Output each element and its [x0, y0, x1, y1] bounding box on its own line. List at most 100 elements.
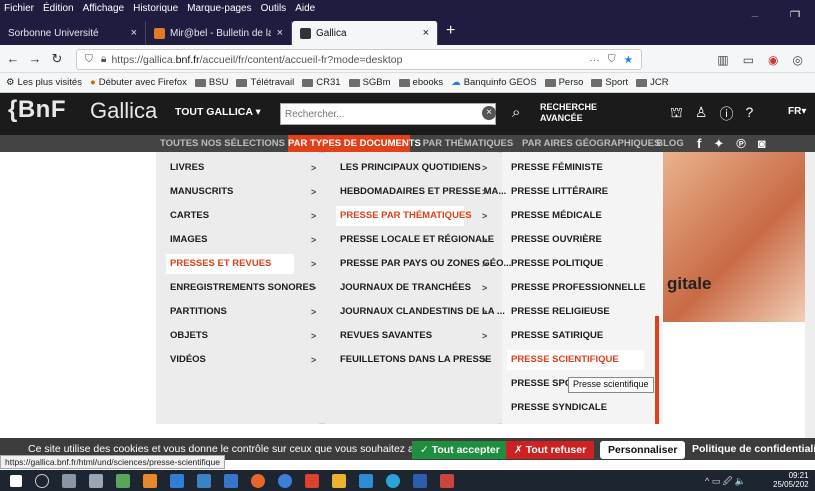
app-icon[interactable] — [305, 473, 319, 488]
refuse-all-button[interactable]: ✗ Tout refuser — [506, 441, 595, 459]
nav-par-aires[interactable]: PAR AIRES GÉOGRAPHIQUES — [522, 135, 660, 152]
help-icon[interactable]: ? — [745, 104, 753, 124]
bookmark-sgbm[interactable]: SGBm — [348, 77, 391, 88]
bookmark-most-visited[interactable]: ⚙ Les plus visités — [6, 77, 82, 88]
bookmark-sport[interactable]: Sport — [591, 77, 628, 88]
forward-arrow-icon[interactable]: → — [26, 51, 44, 66]
menu-thematique-item[interactable]: PRESSE SYNDICALE — [507, 398, 607, 418]
menu-type-item[interactable]: VIDÉOS — [166, 350, 206, 370]
task-view-icon[interactable] — [62, 473, 76, 488]
close-icon[interactable]: × — [131, 27, 137, 39]
nav-blog[interactable]: BLOG — [655, 135, 685, 152]
customize-button[interactable]: Personnaliser — [600, 441, 686, 459]
menu-type-item[interactable]: OBJETS — [166, 326, 208, 346]
menu-type-item[interactable]: LIVRES — [166, 158, 204, 178]
extension-icon[interactable]: ◉ — [768, 53, 778, 67]
search-input[interactable] — [285, 108, 465, 120]
menu-presse-item[interactable]: LES PRINCIPAUX QUOTIDIENS — [336, 158, 481, 178]
nav-par-thematiques[interactable]: PAR THÉMATIQUES — [416, 135, 520, 152]
reload-icon[interactable]: ↻ — [48, 51, 66, 67]
page-scrollbar[interactable] — [805, 152, 815, 438]
addon-icon[interactable]: ◎ — [793, 53, 803, 67]
menu-type-item[interactable]: PARTITIONS — [166, 302, 227, 322]
bookmark-ebooks[interactable]: ebooks — [398, 77, 443, 88]
search-icon[interactable]: ⌕ — [512, 104, 520, 121]
gallica-logo[interactable]: Gallica — [90, 98, 157, 124]
menu-thematique-item[interactable]: PRESSE POLITIQUE — [507, 254, 603, 274]
menu-type-item[interactable]: ENREGISTREMENTS SONORES — [166, 278, 315, 298]
tab-mirabel[interactable]: Mir@bel - Bulletin de la Sociét × — [146, 21, 292, 45]
system-tray[interactable]: ^ ▭ 🖉 🔈 — [705, 474, 746, 490]
menu-fichier[interactable]: Fichier — [4, 3, 34, 14]
user-icon[interactable]: ♙ — [695, 104, 708, 124]
app-icon[interactable] — [332, 473, 346, 488]
star-icon[interactable]: ★ — [624, 54, 633, 66]
app-icon[interactable] — [143, 473, 157, 488]
firefox-icon[interactable] — [251, 473, 265, 488]
menu-presse-item[interactable]: PRESSE PAR THÉMATIQUES — [336, 206, 472, 226]
menu-historique[interactable]: Historique — [133, 3, 178, 14]
menu-thematique-item[interactable]: PRESSE PROFESSIONNELLE — [507, 278, 646, 298]
menu-thematique-item[interactable]: PRESSE RELIGIEUSE — [507, 302, 610, 322]
bookmark-teletravail[interactable]: Télétravail — [236, 77, 294, 88]
menu-presse-item[interactable]: FEUILLETONS DANS LA PRESSE — [336, 350, 492, 370]
info-icon[interactable]: ⓘ — [719, 104, 733, 124]
close-icon[interactable]: × — [423, 27, 429, 39]
bookmark-perso[interactable]: Perso — [544, 77, 583, 88]
menu-thematique-item[interactable]: PRESSE OUVRIÈRE — [507, 230, 602, 250]
facebook-icon[interactable]: f — [697, 136, 701, 152]
menu-presse-item[interactable]: JOURNAUX CLANDESTINS DE LA ... — [336, 302, 505, 322]
app-icon[interactable] — [170, 473, 184, 488]
menu-type-item[interactable]: IMAGES — [166, 230, 207, 250]
menu-edition[interactable]: Édition — [43, 3, 74, 14]
basket-icon[interactable]: ⛫ — [670, 104, 683, 124]
app-icon[interactable] — [359, 473, 373, 488]
menu-type-item[interactable]: PRESSES ET REVUES — [166, 254, 294, 274]
menu-scrollbar[interactable] — [655, 316, 659, 424]
menu-thematique-item[interactable]: PRESSE SATIRIQUE — [507, 326, 603, 346]
bnf-logo[interactable]: {BnF — [8, 96, 66, 124]
page-actions-icon[interactable]: ··· — [589, 54, 600, 66]
menu-marque-pages[interactable]: Marque-pages — [187, 3, 251, 14]
tab-sorbonne[interactable]: Sorbonne Université × — [0, 21, 146, 45]
app-icon[interactable] — [440, 473, 454, 488]
instagram-icon[interactable]: ◙ — [758, 136, 766, 152]
bookmark-firefox[interactable]: ● Débuter avec Firefox — [90, 77, 187, 88]
tab-gallica[interactable]: Gallica × — [292, 21, 438, 45]
twitter-icon[interactable]: ✦ — [713, 136, 724, 152]
pocket-icon[interactable]: ⛉ — [608, 53, 616, 66]
accept-all-button[interactable]: ✓ Tout accepter — [412, 441, 508, 459]
bookmark-cr31[interactable]: CR31 — [302, 77, 341, 88]
sidebar-icon[interactable]: ▭ — [743, 53, 754, 67]
skype-icon[interactable] — [278, 473, 292, 488]
scope-dropdown[interactable]: TOUT GALLICA ▾ — [175, 106, 261, 118]
edge-icon[interactable] — [386, 473, 400, 488]
clear-search-icon[interactable]: × — [482, 106, 496, 120]
menu-presse-item[interactable]: REVUES SAVANTES — [336, 326, 432, 346]
language-selector[interactable]: FR▾ — [788, 106, 806, 117]
app-icon[interactable] — [116, 473, 130, 488]
outlook-icon[interactable] — [224, 473, 238, 488]
menu-type-item[interactable]: CARTES — [166, 206, 209, 226]
back-arrow-icon[interactable]: ← — [4, 51, 22, 66]
bookmark-jcr[interactable]: JCR — [636, 77, 669, 88]
menu-aide[interactable]: Aide — [295, 3, 315, 14]
menu-thematique-item[interactable]: PRESSE MÉDICALE — [507, 206, 602, 226]
app-icon[interactable] — [197, 473, 211, 488]
bookmark-banquinfo[interactable]: ☁ Banquinfo GEOS — [451, 77, 536, 88]
menu-thematique-item[interactable]: PRESSE FÉMINISTE — [507, 158, 603, 178]
clock[interactable]: 09:21 25/05/202 — [773, 471, 809, 489]
menu-presse-item[interactable]: PRESSE LOCALE ET RÉGIONALE — [336, 230, 494, 250]
menu-outils[interactable]: Outils — [261, 3, 287, 14]
app-icon[interactable] — [89, 473, 103, 488]
library-icon[interactable]: ▥ — [717, 53, 728, 67]
advanced-search-link[interactable]: RECHERCHE AVANCÉE — [540, 102, 597, 124]
menu-thematique-item[interactable]: PRESSE LITTÉRAIRE — [507, 182, 608, 202]
nav-par-types[interactable]: PAR TYPES DE DOCUMENTS — [288, 135, 421, 152]
menu-presse-item[interactable]: JOURNAUX DE TRANCHÉES — [336, 278, 471, 298]
pinterest-icon[interactable]: ℗ — [736, 136, 746, 152]
new-tab-button[interactable]: + — [438, 17, 463, 45]
close-icon[interactable]: × — [277, 27, 283, 39]
menu-type-item[interactable]: MANUSCRITS — [166, 182, 233, 202]
search-icon[interactable] — [35, 473, 49, 488]
